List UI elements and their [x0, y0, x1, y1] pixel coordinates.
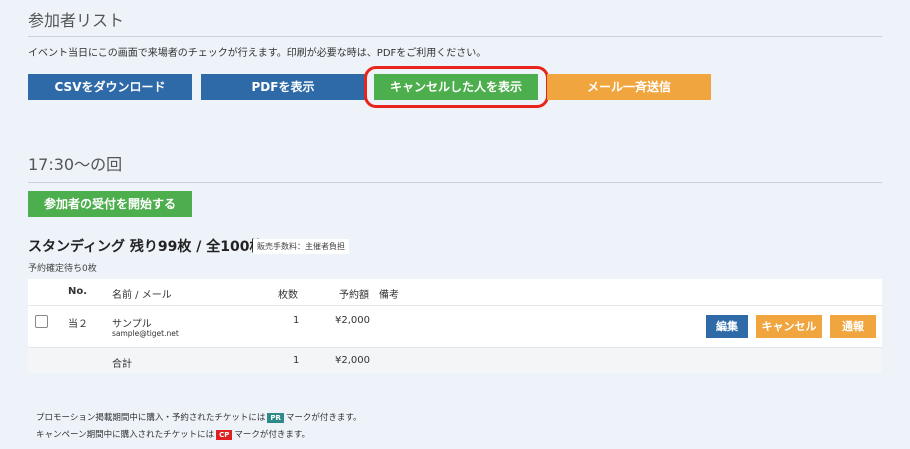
header-name: 名前 / メール	[112, 290, 172, 301]
csv-download-button[interactable]: CSVをダウンロード	[28, 74, 192, 100]
promo-footnote-text: プロモーション掲載期間中に購入・予約されたチケットには	[36, 413, 266, 423]
row-name: サンプル	[112, 319, 152, 330]
row-amount: ¥2,000	[335, 315, 370, 326]
cancel-button[interactable]: キャンセル	[756, 315, 822, 338]
highlight-annotation	[364, 66, 549, 108]
ticket-title: スタンディング 残り99枚 / 全100枚	[28, 239, 264, 255]
promo-footnote: プロモーション掲載期間中に購入・予約されたチケットには PR マークが付きます。	[36, 411, 362, 423]
row-email: sample@tiget.net	[112, 329, 179, 338]
row-checkbox[interactable]	[35, 315, 48, 328]
row-count: 1	[293, 315, 300, 326]
show-pdf-button[interactable]: PDFを表示	[201, 74, 365, 100]
row-no: 当２	[68, 319, 88, 330]
report-button[interactable]: 通報	[830, 315, 876, 338]
page-title: 参加者リスト	[28, 11, 125, 30]
total-count: 1	[293, 355, 300, 366]
title-divider	[28, 36, 882, 37]
campaign-footnote-text: キャンペーン期間中に購入されたチケットには	[36, 430, 215, 440]
pr-mark-badge: PR	[267, 412, 284, 423]
campaign-footnote-suffix: マークが付きます。	[234, 430, 311, 440]
fee-badge: 販売手数料：主催者負担	[253, 239, 349, 254]
bulk-mail-button[interactable]: メール一斉送信	[547, 74, 711, 100]
table-total-row: 合計 1 ¥2,000	[28, 347, 882, 373]
session-title: 17:30〜の回	[28, 155, 123, 174]
table-header: No. 名前 / メール 枚数 予約額 備考	[28, 279, 882, 305]
start-reception-button[interactable]: 参加者の受付を開始する	[28, 191, 192, 217]
total-amount: ¥2,000	[335, 355, 370, 366]
total-label: 合計	[112, 359, 132, 370]
header-count: 枚数	[278, 290, 298, 301]
pending-count: 予約確定待ち0枚	[28, 264, 97, 274]
cp-mark-badge: CP	[216, 429, 233, 440]
edit-button[interactable]: 編集	[706, 315, 748, 338]
session-divider	[28, 182, 882, 183]
promo-footnote-suffix: マークが付きます。	[285, 413, 362, 423]
header-no: No.	[68, 286, 88, 297]
header-note: 備考	[379, 290, 399, 301]
page-notice: イベント当日にこの画面で来場者のチェックが行えます。印刷が必要な時は、PDFをご…	[28, 48, 487, 59]
campaign-footnote: キャンペーン期間中に購入されたチケットには CP マークが付きます。	[36, 428, 310, 440]
header-amount: 予約額	[339, 290, 369, 301]
table-row: 当２ サンプル sample@tiget.net 1 ¥2,000 編集 キャン…	[28, 305, 882, 347]
